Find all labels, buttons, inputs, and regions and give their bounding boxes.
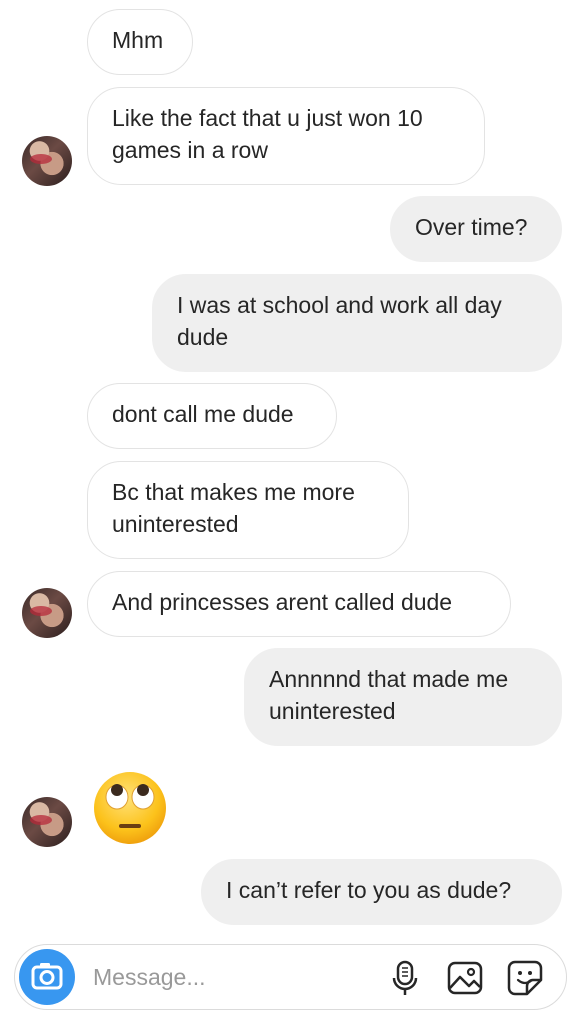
contact-avatar[interactable] (22, 588, 72, 638)
contact-avatar[interactable] (22, 136, 72, 186)
message-bubble-incoming[interactable]: Mhm (87, 9, 193, 75)
microphone-icon (392, 960, 418, 995)
voice-message-button[interactable] (385, 958, 425, 998)
gallery-icon (447, 961, 483, 995)
message-bubble-outgoing[interactable]: Annnnnd that made me uninterested (244, 648, 562, 746)
message-composer (14, 944, 567, 1010)
sticker-button[interactable] (505, 958, 545, 998)
message-input[interactable] (93, 959, 373, 995)
message-bubble-outgoing[interactable]: I was at school and work all day dude (152, 274, 562, 372)
message-bubble-outgoing[interactable]: Over time? (390, 196, 562, 262)
message-bubble-incoming[interactable]: dont call me dude (87, 383, 337, 449)
sticker-icon (507, 960, 543, 996)
message-thread: Mhm Like the fact that u just won 10 gam… (0, 0, 581, 940)
camera-icon (31, 963, 63, 990)
face-with-rolling-eyes-emoji[interactable] (92, 770, 168, 846)
contact-avatar[interactable] (22, 797, 72, 847)
message-bubble-incoming[interactable]: And princesses arent called dude (87, 571, 511, 637)
message-bubble-outgoing[interactable]: I can’t refer to you as dude? (201, 859, 562, 925)
camera-button[interactable] (19, 949, 75, 1005)
message-bubble-incoming[interactable]: Bc that makes me more uninterested (87, 461, 409, 559)
gallery-button[interactable] (445, 958, 485, 998)
message-bubble-incoming[interactable]: Like the fact that u just won 10 games i… (87, 87, 485, 185)
